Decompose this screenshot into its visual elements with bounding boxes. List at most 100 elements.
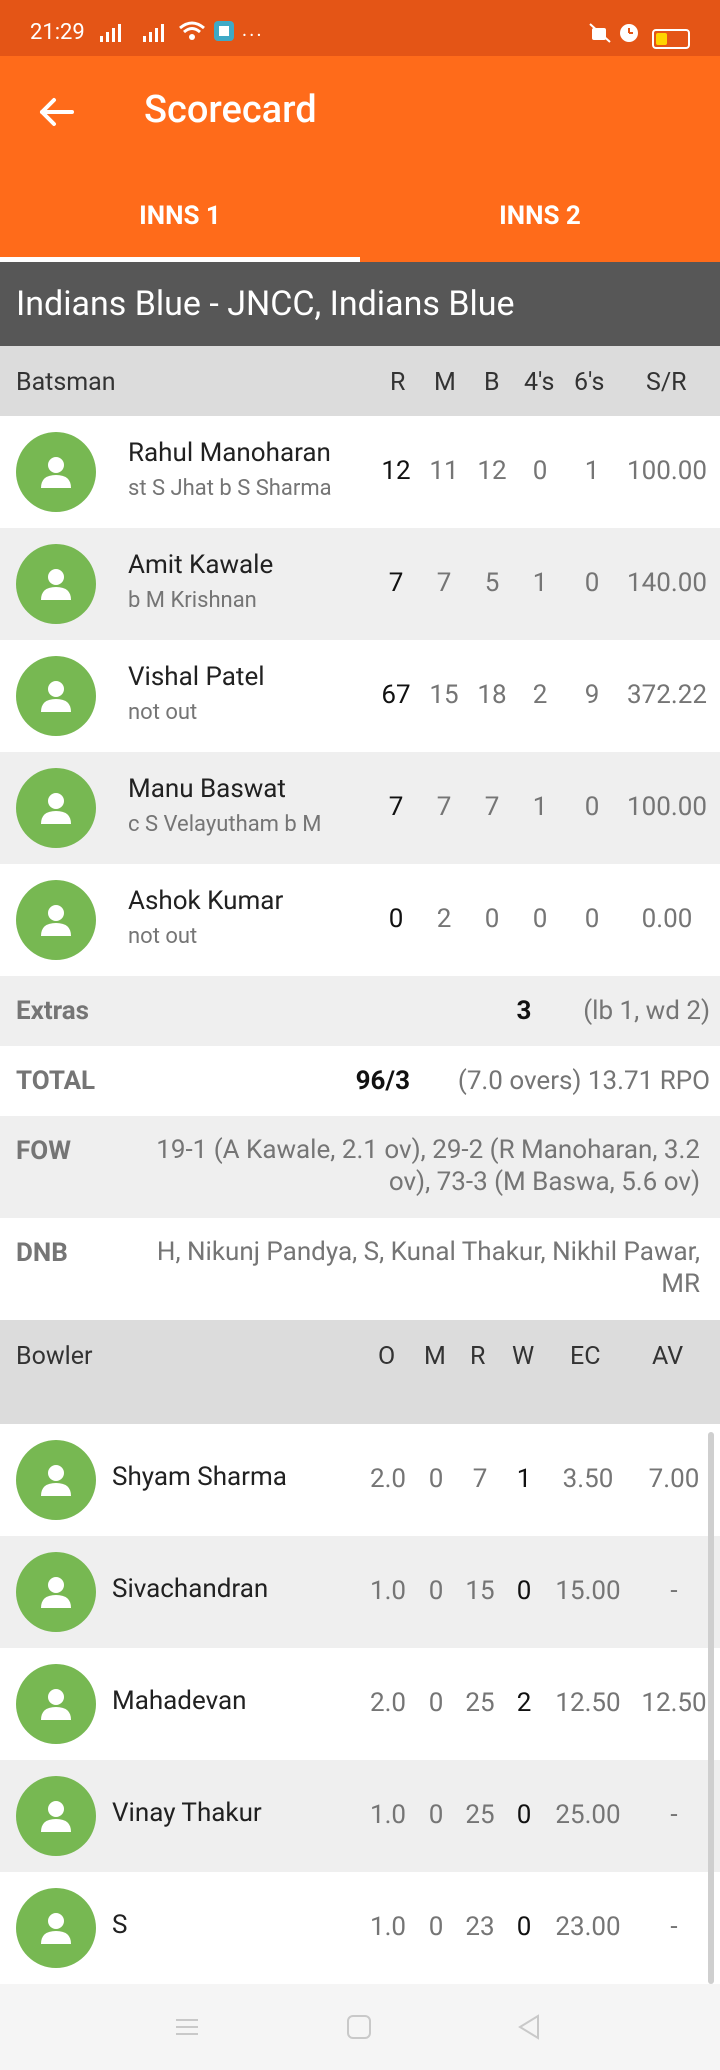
strike-rate-value: 100.00 [627, 792, 707, 822]
wickets-value: 2 [516, 1688, 532, 1718]
avatar [16, 880, 96, 960]
app-bar: Scorecard INNS 1 INNS 2 [0, 56, 720, 262]
economy-value: 12.50 [555, 1688, 621, 1718]
page-title: Scorecard [144, 88, 317, 132]
maidens-value: 0 [428, 1576, 444, 1606]
fours-value: 2 [532, 680, 548, 710]
wickets-value: 0 [516, 1912, 532, 1942]
fours-value: 0 [532, 904, 548, 934]
batsman-row[interactable]: Ashok Kumar not out 0 2 0 0 0 0.00 [0, 864, 720, 976]
fow-line-1: 19-1 (A Kawale, 2.1 ov), 29-2 (R Manohar… [156, 1135, 700, 1165]
average-value: - [670, 1800, 678, 1830]
menu-icon[interactable] [172, 2012, 202, 2042]
strike-rate-value: 140.00 [627, 568, 707, 598]
fow-label: FOW [16, 1136, 71, 1166]
sixes-value: 0 [584, 792, 600, 822]
person-icon [41, 1465, 71, 1496]
balls-value: 0 [484, 904, 500, 934]
strike-rate-value: 0.00 [641, 904, 693, 934]
battery-icon [652, 28, 690, 49]
total-value: 96/3 [355, 1066, 410, 1096]
balls-value: 12 [477, 456, 507, 486]
status-right-icons [588, 20, 690, 49]
status-left-icons: ··· [98, 20, 264, 47]
signal-icon [142, 24, 164, 42]
avatar [16, 544, 96, 624]
battery-fill [656, 32, 667, 45]
wickets-value: 0 [516, 1800, 532, 1830]
status-time: 21:29 [30, 20, 85, 45]
dnb-line-2: MR [661, 1269, 700, 1299]
economy-value: 3.50 [562, 1464, 614, 1494]
extras-detail: (lb 1, wd 2) [583, 996, 710, 1026]
bowler-name: S [112, 1910, 128, 1940]
average-value: - [670, 1912, 678, 1942]
avatar [16, 768, 96, 848]
back-arrow-icon[interactable] [34, 90, 78, 134]
bowler-row[interactable]: S 1.0 0 23 0 23.00 - [0, 1872, 720, 1984]
status-bar: 21:29 ··· [0, 0, 720, 56]
person-icon [41, 905, 71, 936]
sixes-value: 9 [584, 680, 600, 710]
maidens-value: 0 [428, 1912, 444, 1942]
dismissal-text: not out [128, 924, 198, 949]
dnb-row: DNB H, Nikunj Pandya, S, Kunal Thakur, N… [0, 1218, 720, 1320]
avatar [16, 656, 96, 736]
home-icon[interactable] [344, 2012, 374, 2042]
economy-value: 15.00 [555, 1576, 621, 1606]
person-icon [41, 457, 71, 488]
minutes-value: 2 [436, 904, 452, 934]
fow-row: FOW 19-1 (A Kawale, 2.1 ov), 29-2 (R Man… [0, 1116, 720, 1218]
more-icon: ··· [241, 23, 264, 47]
app-icon [213, 21, 234, 41]
system-nav-bar [0, 1984, 720, 2070]
dismissal-text: c S Velayutham b M [128, 812, 322, 837]
maidens-value: 0 [428, 1800, 444, 1830]
dnb-label: DNB [16, 1238, 68, 1268]
strike-rate-header: S/R [646, 368, 687, 397]
bowling-header: Bowler O M R W EC AV [0, 1320, 720, 1424]
person-icon [41, 681, 71, 712]
batsman-row[interactable]: Manu Baswat c S Velayutham b M 7 7 7 1 0… [0, 752, 720, 864]
overs-value: 1.0 [369, 1576, 407, 1606]
person-icon [41, 569, 71, 600]
avatar [16, 1776, 96, 1856]
person-icon [41, 1913, 71, 1944]
batsman-row[interactable]: Vishal Patel not out 67 15 18 2 9 372.22 [0, 640, 720, 752]
batsman-name: Rahul Manoharan [128, 438, 331, 468]
balls-value: 5 [484, 568, 500, 598]
team-header: Indians Blue - JNCC, Indians Blue [0, 262, 720, 346]
dismissal-text: st S Jhat b S Sharma [128, 476, 332, 501]
batsman-row[interactable]: Amit Kawale b M Krishnan 7 7 5 1 0 140.0… [0, 528, 720, 640]
minutes-value: 7 [436, 568, 452, 598]
bowler-row[interactable]: Mahadevan 2.0 0 25 2 12.50 12.50 [0, 1648, 720, 1760]
back-icon[interactable] [514, 2012, 544, 2042]
wifi-icon [178, 21, 205, 40]
minutes-value: 15 [429, 680, 459, 710]
economy-header: EC [570, 1342, 601, 1371]
strike-rate-value: 372.22 [627, 680, 707, 710]
runs-value: 67 [381, 680, 411, 710]
fours-header: 4's [524, 368, 555, 397]
avatar [16, 1888, 96, 1968]
signal-icon [100, 24, 121, 42]
balls-value: 18 [477, 680, 507, 710]
sixes-value: 1 [584, 456, 600, 486]
innings-tabs: INNS 1 INNS 2 [0, 180, 720, 262]
bowler-row[interactable]: Sivachandran 1.0 0 15 0 15.00 - [0, 1536, 720, 1648]
tab-inns-1[interactable]: INNS 1 [0, 180, 360, 262]
bowler-row[interactable]: Vinay Thakur 1.0 0 25 0 25.00 - [0, 1760, 720, 1872]
total-row: TOTAL 96/3 (7.0 overs) 13.71 RPO [0, 1046, 720, 1116]
bowler-name: Vinay Thakur [112, 1798, 262, 1828]
average-value: 7.00 [648, 1464, 700, 1494]
batsman-row[interactable]: Rahul Manoharan st S Jhat b S Sharma 12 … [0, 416, 720, 528]
runs-value: 23 [465, 1912, 495, 1942]
avatar [16, 1664, 96, 1744]
scrollbar[interactable] [708, 1432, 714, 1984]
bowler-row[interactable]: Shyam Sharma 2.0 0 7 1 3.50 7.00 [0, 1424, 720, 1536]
tab-inns-2[interactable]: INNS 2 [360, 180, 720, 262]
mute-icon [589, 23, 611, 43]
person-icon [41, 1801, 71, 1832]
fours-value: 1 [532, 792, 548, 822]
wickets-value: 0 [516, 1576, 532, 1606]
